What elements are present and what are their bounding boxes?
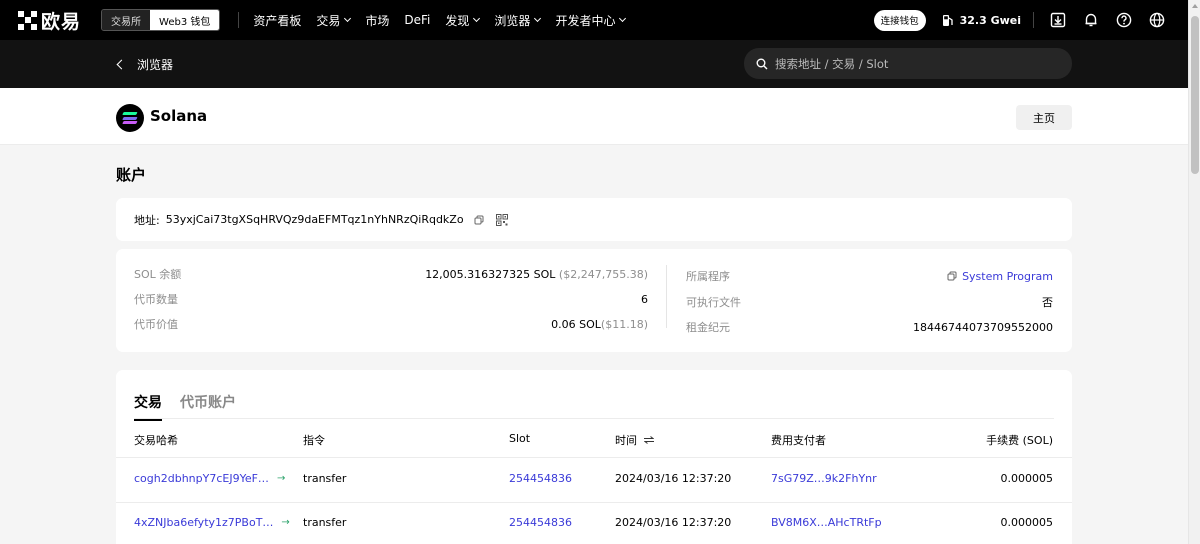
tabs-underline: [134, 418, 1054, 419]
download-icon[interactable]: [1048, 10, 1068, 30]
search-input[interactable]: [775, 56, 1055, 71]
chevron-left-icon: [116, 59, 127, 69]
search-icon: [756, 58, 768, 69]
topbar-actions: 连接钱包 32.3 Gwei: [873, 0, 1188, 40]
scrollbar-thumb[interactable]: [1191, 16, 1199, 174]
col-slot: Slot: [509, 432, 531, 445]
address-card: 地址: 53yxjCai73tgXSqHRVQz9daEFMTqz1nYhNRz…: [116, 198, 1072, 241]
logo-text: 欧易: [41, 10, 82, 33]
explorer-subheader: 浏览器: [0, 40, 1188, 88]
col-fee: 手续费 (SOL): [986, 434, 1053, 447]
tx-hash-link[interactable]: 4xZNJba6efyty1z7PBoT… →: [134, 516, 290, 529]
arrow-right-icon: →: [276, 473, 286, 484]
sort-toggle-icon[interactable]: [644, 436, 654, 444]
topbar-divider: [1033, 12, 1034, 28]
account-info-card: SOL 余额 12,005.316327325 SOL ($2,247,755.…: [116, 249, 1072, 352]
nav-item-developer[interactable]: 开发者中心: [555, 12, 627, 29]
bell-icon[interactable]: [1081, 10, 1101, 30]
nav-item-market[interactable]: 市场: [365, 12, 389, 29]
col-tx-hash: 交易哈希: [134, 434, 178, 447]
copy-icon[interactable]: [947, 271, 957, 281]
tx-hash-link[interactable]: cogh2dbhnpY7cEJ9YeF… →: [134, 472, 285, 485]
page-scrollbar[interactable]: [1188, 0, 1200, 544]
address-value: 53yxjCai73tgXSqHRVQz9daEFMTqz1nYhNRzQiRq…: [165, 213, 464, 226]
search-box: [744, 48, 1072, 79]
chevron-down-icon: [619, 14, 627, 23]
executable-row: 可执行文件 否: [686, 296, 1053, 309]
owner-program-link[interactable]: System Program: [947, 270, 1053, 283]
col-fee-payer: 费用支付者: [771, 434, 826, 447]
chain-name: Solana: [150, 107, 208, 125]
tx-instruction: transfer: [303, 472, 347, 485]
connect-wallet-button[interactable]: 连接钱包: [873, 9, 926, 31]
tx-fee-payer-link[interactable]: 7sG79Z…9k2FhYnr: [771, 472, 877, 485]
gas-price[interactable]: 32.3 Gwei: [942, 14, 1021, 27]
col-instruction: 指令: [303, 434, 325, 447]
tab-token-accounts[interactable]: 代币账户: [180, 392, 236, 421]
nav-item-portfolio[interactable]: 资产看板: [253, 12, 301, 29]
token-count-row: 代币数量 6: [134, 292, 648, 307]
tx-instruction: transfer: [303, 516, 347, 529]
nav-item-discover[interactable]: 发现: [445, 12, 481, 29]
okx-logo-icon: [18, 10, 37, 30]
transactions-card: 交易 代币账户 交易哈希 指令 Slot 时间 费用支付者 手续费 (SOL) …: [116, 370, 1072, 544]
help-icon[interactable]: [1114, 10, 1134, 30]
info-divider: [666, 265, 667, 328]
row-divider: [116, 502, 1072, 503]
tx-fee: 0.000005: [1000, 516, 1054, 529]
okx-logo[interactable]: 欧易: [18, 0, 81, 40]
chevron-down-icon: [473, 14, 481, 23]
token-value-row: 代币价值 0.06 SOL($11.18): [134, 317, 648, 332]
tab-transactions[interactable]: 交易: [134, 392, 162, 421]
chevron-down-icon: [344, 14, 352, 23]
gas-pump-icon: [942, 14, 953, 26]
exchange-tab[interactable]: 交易所: [102, 10, 151, 30]
solana-logo-icon: [116, 104, 144, 132]
nav-divider: [238, 12, 240, 28]
arrow-right-icon: →: [281, 517, 290, 528]
owner-program-row: 所属程序 System Program: [686, 269, 1053, 284]
chevron-down-icon: [534, 14, 542, 23]
copy-icon[interactable]: [474, 215, 484, 225]
tx-tabs: 交易 代币账户: [134, 392, 254, 421]
back-to-explorer-link[interactable]: 浏览器: [116, 56, 173, 73]
chain-header: Solana 主页: [0, 88, 1188, 145]
mode-switch: 交易所 Web3 钱包: [101, 9, 221, 31]
sol-balance-row: SOL 余额 12,005.316327325 SOL ($2,247,755.…: [134, 267, 648, 282]
globe-icon[interactable]: [1147, 10, 1167, 30]
col-time[interactable]: 时间: [615, 432, 654, 448]
address-label: 地址:: [134, 213, 160, 227]
page-title: 账户: [116, 166, 147, 184]
nav-item-trade[interactable]: 交易: [316, 12, 352, 29]
web3-wallet-tab[interactable]: Web3 钱包: [150, 10, 220, 30]
tx-slot-link[interactable]: 254454836: [509, 472, 572, 485]
tx-slot-link[interactable]: 254454836: [509, 516, 572, 529]
tx-time: 2024/03/16 12:37:20: [615, 516, 732, 529]
nav-item-explorer[interactable]: 浏览器: [494, 12, 542, 29]
tx-fee-payer-link[interactable]: BV8M6X…AHcTRtFp: [771, 516, 882, 529]
nav-item-defi[interactable]: DeFi: [404, 13, 430, 27]
qr-code-icon[interactable]: [495, 213, 508, 226]
row-divider: [116, 457, 1072, 458]
rent-epoch-row: 租金纪元 18446744073709552000: [686, 320, 1053, 335]
scroll-up-arrow-icon[interactable]: [1192, 4, 1198, 8]
tx-time: 2024/03/16 12:37:20: [615, 472, 732, 485]
top-navbar: 欧易 交易所 Web3 钱包 资产看板 交易 市场 DeFi 发现 浏览器 开发…: [0, 0, 1188, 40]
tx-fee: 0.000005: [1000, 472, 1054, 485]
main-nav: 资产看板 交易 市场 DeFi 发现 浏览器 开发者中心: [253, 12, 640, 29]
home-button[interactable]: 主页: [1016, 105, 1072, 130]
